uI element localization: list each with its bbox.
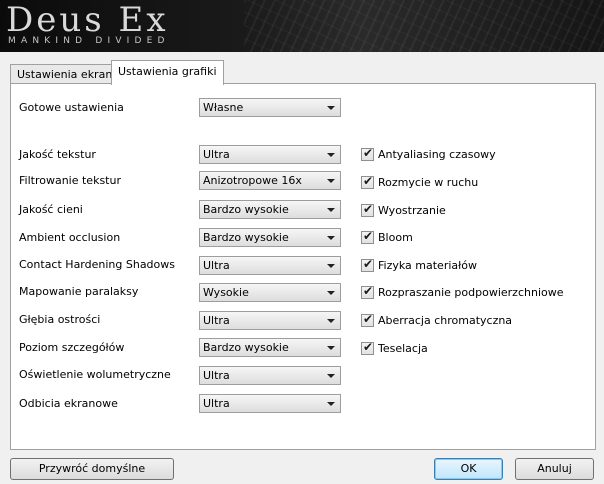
chevron-down-icon [327,153,335,157]
select-value: Ultra [203,369,230,382]
checkbox-chromatic-aberration[interactable]: ✔ [361,312,374,327]
checkbox-label: Bloom [378,231,413,244]
setting-label-shadow-quality: Jakość cieni [19,203,83,216]
chevron-down-icon [327,179,335,183]
checkbox-sharpening[interactable]: ✔ [361,202,374,217]
game-logo-title: Deus Ex [6,0,169,40]
game-banner: Deus Ex MANKIND DIVIDED [0,0,604,52]
chevron-down-icon [327,264,335,268]
select-value: Anizotropowe 16x [203,174,302,187]
checkbox-label: Aberracja chromatyczna [378,314,513,327]
checkmark-icon: ✔ [363,174,374,188]
setting-label-screen-space-reflections: Odbicia ekranowe [19,397,118,410]
select-value: Bardzo wysokie [203,203,289,216]
setting-label-contact-hardening-shadows: Contact Hardening Shadows [19,258,175,271]
ok-button[interactable]: OK [434,458,503,480]
checkbox-label: Rozpraszanie podpowierzchniowe [378,286,564,299]
chevron-down-icon [327,319,335,323]
checkmark-icon: ✔ [363,284,374,298]
screen-space-reflections-select[interactable]: Ultra [199,394,341,413]
preset-select[interactable]: Własne [199,98,341,117]
select-value: Ultra [203,397,230,410]
checkmark-icon: ✔ [363,202,374,216]
shadow-quality-select[interactable]: Bardzo wysokie [199,200,341,219]
select-value: Wysokie [203,286,249,299]
checkbox-material-physics[interactable]: ✔ [361,257,374,272]
ambient-occlusion-select[interactable]: Bardzo wysokie [199,228,341,247]
setting-label-depth-of-field: Głębia ostrości [19,313,101,326]
contact-hardening-shadows-select[interactable]: Ultra [199,256,341,275]
banner-texture [244,0,604,52]
cancel-button[interactable]: Anuluj [515,458,594,480]
chevron-down-icon [327,402,335,406]
checkmark-icon: ✔ [363,340,374,354]
checkbox-label: Rozmycie w ruchu [378,176,479,189]
parallax-mapping-select[interactable]: Wysokie [199,283,341,302]
checkmark-icon: ✔ [363,146,374,160]
checkbox-bloom[interactable]: ✔ [361,229,374,244]
chevron-down-icon [327,291,335,295]
checkbox-temporal-antialiasing[interactable]: ✔ [361,146,374,161]
chevron-down-icon [327,208,335,212]
chevron-down-icon [327,374,335,378]
texture-quality-select[interactable]: Ultra [199,145,341,164]
checkbox-tessellation[interactable]: ✔ [361,340,374,355]
volumetric-lighting-select[interactable]: Ultra [199,366,341,385]
checkbox-subsurface-scattering[interactable]: ✔ [361,284,374,299]
checkmark-icon: ✔ [363,312,374,326]
setting-label-texture-filtering: Filtrowanie tekstur [19,174,121,187]
checkbox-label: Antyaliasing czasowy [378,148,496,161]
depth-of-field-select[interactable]: Ultra [199,311,341,330]
preset-label: Gotowe ustawienia [19,101,124,114]
setting-label-parallax-mapping: Mapowanie paralaksy [19,285,139,298]
chevron-down-icon [327,236,335,240]
checkmark-icon: ✔ [363,257,374,271]
level-of-detail-select[interactable]: Bardzo wysokie [199,338,341,357]
setting-label-level-of-detail: Poziom szczegółów [19,341,125,354]
checkbox-label: Wyostrzanie [378,204,446,217]
chevron-down-icon [327,346,335,350]
select-value: Bardzo wysokie [203,231,289,244]
select-value: Ultra [203,259,230,272]
checkmark-icon: ✔ [363,229,374,243]
chevron-down-icon [327,106,335,110]
select-value: Ultra [203,314,230,327]
setting-label-texture-quality: Jakość tekstur [19,148,96,161]
tab-screen-settings[interactable]: Ustawienia ekranu [10,64,127,84]
tab-graphics-settings[interactable]: Ustawienia grafiki [111,60,224,85]
game-logo-subtitle: MANKIND DIVIDED [8,36,170,46]
checkbox-label: Fizyka materiałów [378,259,477,272]
setting-label-ambient-occlusion: Ambient occlusion [19,231,121,244]
select-value: Bardzo wysokie [203,341,289,354]
setting-label-volumetric-lighting: Oświetlenie wolumetryczne [19,368,171,381]
texture-filtering-select[interactable]: Anizotropowe 16x [199,171,341,190]
checkbox-motion-blur[interactable]: ✔ [361,174,374,189]
select-value: Ultra [203,148,230,161]
preset-select-value: Własne [203,101,244,114]
restore-defaults-button[interactable]: Przywróć domyślne [10,458,174,480]
checkbox-label: Teselacja [378,342,428,355]
